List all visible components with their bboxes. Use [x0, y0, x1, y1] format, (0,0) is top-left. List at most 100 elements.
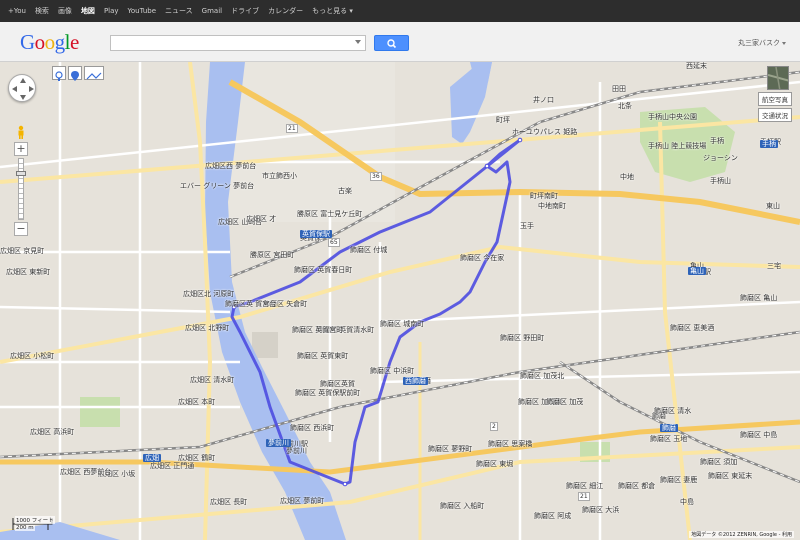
station-label: 英賀保駅 — [300, 230, 332, 238]
place-label: 飾磨区 中島 — [740, 431, 778, 439]
google-logo[interactable]: Google — [20, 30, 79, 55]
place-label: 広畑区 正門通 — [150, 462, 195, 470]
place-label: 飾磨区 思案橋 — [488, 440, 533, 448]
place-label: 広畑区 東新町 — [6, 268, 51, 276]
logo-letter: e — [70, 30, 79, 54]
place-label: 飾磨区 東延末 — [708, 472, 753, 480]
place-label: 手柄山 陸上競技場 — [648, 142, 707, 150]
zoom-slider[interactable] — [16, 158, 26, 220]
topbar-link[interactable]: YouTube — [128, 7, 156, 15]
zoom-out-button[interactable]: − — [14, 222, 28, 236]
place-label: 飾磨区 英賀保駅前町 — [295, 389, 361, 397]
my-places-icon[interactable] — [52, 66, 66, 81]
road-number-label: 21 — [578, 492, 590, 501]
place-label: 手柄 — [710, 137, 724, 145]
topbar-link[interactable]: Gmail — [202, 7, 222, 15]
place-label: 飾磨区 付城 — [350, 246, 388, 254]
traffic-button[interactable]: 交通状況 — [758, 108, 792, 122]
place-label: 飾磨区 細江 — [566, 482, 604, 490]
topbar-link[interactable]: カレンダー — [268, 6, 303, 16]
road-number-label: 36 — [370, 172, 382, 181]
scale-feet: 1000 フィート — [15, 516, 55, 524]
station-label: 飾磨 — [660, 424, 678, 432]
chevron-down-icon — [782, 41, 786, 45]
road-number-label: 21 — [286, 124, 298, 133]
station-label: 西飾磨 — [403, 377, 428, 385]
satellite-thumbnail[interactable] — [767, 66, 789, 90]
map-copyright: 地図データ ©2012 ZENRIN, Google - 利用 — [689, 531, 794, 538]
street-view-pegman-icon[interactable] — [16, 124, 26, 139]
place-label: 広畑区 鶴町 — [178, 454, 216, 462]
place-label: 飾磨区 阿成 — [534, 512, 572, 520]
account-menu[interactable]: 丸三家バスク — [738, 38, 786, 48]
place-label: 広畑区 西夢前台 — [60, 468, 112, 476]
line-icon[interactable] — [84, 66, 104, 80]
topbar-link[interactable]: ドライブ — [231, 6, 259, 16]
search-box — [110, 35, 366, 56]
logo-letter: G — [20, 30, 35, 54]
topbar-link[interactable]: 検索 — [35, 6, 49, 16]
logo-letter: o — [34, 30, 46, 54]
topbar-link[interactable]: 画像 — [58, 6, 72, 16]
topbar-link[interactable]: Play — [104, 7, 119, 15]
place-label: 夢前川 — [286, 447, 307, 455]
place-label: 広畑区北 河原町 — [183, 290, 235, 298]
place-label: 飾磨区英 賀宮台 — [225, 300, 277, 308]
place-label: 井ノ口 — [533, 96, 554, 104]
place-label: 勝原区 宮田町 — [250, 251, 295, 259]
place-label: 飾磨区 須加 — [700, 458, 738, 466]
place-label: 飾磨区 城南町 — [380, 320, 425, 328]
place-label: 飾磨区 蓼野町 — [428, 445, 473, 453]
search-button[interactable] — [374, 35, 409, 51]
place-label: 西延末 — [686, 62, 707, 70]
place-label: 勝原区 富士見ケ丘町 — [297, 210, 363, 218]
place-label: 飾磨区 大浜 — [582, 506, 620, 514]
satellite-button[interactable]: 航空写真 — [758, 92, 792, 106]
topbar-link[interactable]: +You — [8, 7, 26, 15]
place-label: 東山 — [766, 202, 780, 210]
topbar-link[interactable]: ニュース — [165, 6, 193, 16]
place-label: 飾磨区 中浜町 — [370, 367, 415, 375]
magnifier-icon — [387, 39, 397, 49]
place-label: 手柄山 — [710, 177, 731, 185]
zoom-control: + − — [14, 142, 28, 236]
search-input[interactable] — [111, 41, 351, 56]
zoom-in-button[interactable]: + — [14, 142, 28, 156]
place-label: 飾磨区 英賀春日町 — [294, 266, 353, 274]
place-label: 広畑区 長町 — [210, 498, 248, 506]
place-label: 北条 — [618, 102, 632, 110]
logo-letter: g — [54, 30, 66, 54]
map-canvas[interactable]: 西延末 田田 井ノ口 町坪 ホーユウパレス 姫路 北条 手柄山中央公園 手柄山 陸上競技場 ジョ… — [0, 62, 800, 540]
logo-letter: o — [44, 30, 56, 54]
account-name: 丸三家バスク — [738, 39, 780, 47]
scale-meters: 200 m — [15, 525, 35, 531]
place-label: 田田 — [612, 85, 626, 93]
place-label: 飾磨区 入船町 — [440, 502, 485, 510]
place-label: 広畑区 清水町 — [190, 376, 235, 384]
place-label: 広畑区 北野町 — [185, 324, 230, 332]
map-base-layer — [0, 62, 800, 540]
place-label: 飾磨区 恵美酒 — [670, 324, 715, 332]
place-label: 飾磨区 亀山 — [740, 294, 778, 302]
zoom-slider-thumb[interactable] — [16, 171, 26, 176]
pan-control[interactable] — [8, 74, 36, 102]
placemark-icon[interactable] — [68, 66, 82, 81]
place-label: 広畑区 夢前町 — [280, 497, 325, 505]
place-label: 飾磨区 英賀東町 — [297, 352, 349, 360]
place-label: 飾磨区 玉地 — [650, 435, 688, 443]
place-label: 広畑区 高浜町 — [30, 428, 75, 436]
scale-bar: 1000 フィート 200 m — [12, 516, 60, 532]
place-label: 飾磨区 加茂 — [546, 398, 584, 406]
station-label: 亀山 — [688, 267, 706, 275]
station-label: 手柄 — [760, 140, 778, 148]
station-label: 夢前川 — [266, 439, 291, 447]
place-label: 玉手 — [520, 222, 534, 230]
road-number-label: 65 — [328, 238, 340, 247]
topbar-link[interactable]: 地図 — [81, 6, 95, 16]
topbar-link[interactable]: もっと見る ▾ — [312, 6, 353, 16]
place-label: 飾磨区 清水 — [654, 407, 692, 415]
maps-header: Google 丸三家バスク — [0, 22, 800, 62]
search-dropdown-icon[interactable] — [355, 40, 361, 44]
place-label: 古楽 — [338, 187, 352, 195]
place-label: ジョーシン — [703, 154, 738, 162]
